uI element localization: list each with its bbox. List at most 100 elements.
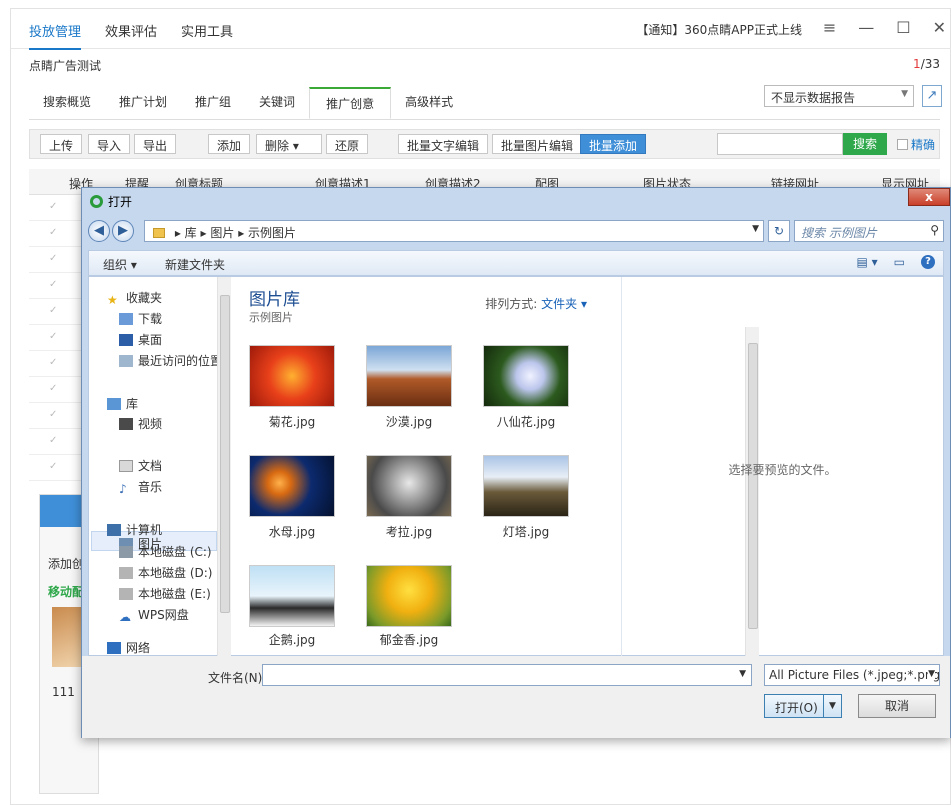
cancel-button[interactable]: 取消: [858, 694, 936, 718]
sort-dropdown[interactable]: 文件夹 ▾: [541, 297, 587, 311]
nav-documents[interactable]: 文档: [119, 457, 162, 474]
file-name[interactable]: 菊花.jpg: [242, 413, 342, 430]
sort-label: 排列方式:: [485, 297, 538, 311]
row-checkbox[interactable]: ✓: [29, 403, 89, 429]
batch-add-button[interactable]: 批量添加: [580, 134, 647, 154]
tab-advanced-style[interactable]: 高级样式: [391, 87, 467, 119]
nav-computer[interactable]: 计算机: [107, 521, 162, 538]
nav-effect-evaluation[interactable]: 效果评估: [105, 21, 157, 50]
file-name[interactable]: 灯塔.jpg: [476, 523, 576, 540]
file-thumb-hydrangea[interactable]: [483, 345, 569, 407]
breadcrumb-sample-pictures[interactable]: 示例图片: [248, 226, 296, 240]
dialog-close-button[interactable]: x: [908, 188, 950, 206]
export-report-icon[interactable]: ↗: [922, 85, 942, 107]
minimize-icon[interactable]: —: [858, 18, 874, 37]
file-name[interactable]: 八仙花.jpg: [476, 413, 576, 430]
organize-menu[interactable]: 组织 ▾: [103, 256, 137, 273]
maximize-icon[interactable]: ☐: [896, 18, 910, 37]
address-bar[interactable]: ▸ 库 ▸ 图片 ▸ 示例图片 ▼: [144, 220, 764, 242]
row-checkbox[interactable]: ✓: [29, 377, 89, 403]
row-checkbox[interactable]: ✓: [29, 273, 89, 299]
file-thumb-desert[interactable]: [366, 345, 452, 407]
disk-icon: [119, 546, 133, 558]
row-checkbox[interactable]: ✓: [29, 351, 89, 377]
nav-scrollbar[interactable]: [217, 277, 231, 657]
row-checkbox[interactable]: ✓: [29, 247, 89, 273]
close-icon[interactable]: ✕: [933, 18, 946, 37]
export-button[interactable]: 导出: [134, 134, 177, 154]
file-thumb-lighthouse[interactable]: [483, 455, 569, 517]
nav-disk-e[interactable]: 本地磁盘 (E:): [119, 585, 211, 602]
disk-icon: [119, 588, 133, 600]
tab-search-overview[interactable]: 搜索概览: [29, 87, 105, 119]
notice-link[interactable]: 【通知】360点睛APP正式上线: [636, 21, 802, 38]
row-checkbox[interactable]: ✓: [29, 299, 89, 325]
nav-music[interactable]: ♪ 音乐: [119, 478, 162, 496]
open-button[interactable]: 打开(O) ▼: [764, 694, 842, 718]
report-select[interactable]: 不显示数据报告 ▼: [764, 85, 914, 107]
file-thumb-tulips[interactable]: [366, 565, 452, 627]
file-thumb-chrysanthemum[interactable]: [249, 345, 335, 407]
nav-delivery-management[interactable]: 投放管理: [29, 21, 82, 50]
breadcrumb-pictures[interactable]: 图片: [210, 226, 234, 240]
nav-favorites[interactable]: ★ 收藏夹: [107, 289, 162, 307]
report-select-value: 不显示数据报告: [771, 91, 856, 105]
breadcrumb-separator: ▸: [238, 226, 249, 240]
nav-network[interactable]: 网络: [107, 639, 150, 656]
tab-keyword[interactable]: 关键词: [245, 87, 309, 119]
filename-input[interactable]: ▼: [262, 664, 752, 686]
file-name[interactable]: 沙漠.jpg: [359, 413, 459, 430]
nav-recent[interactable]: 最近访问的位置: [119, 352, 222, 369]
refresh-icon[interactable]: ↻: [768, 220, 790, 242]
forward-icon[interactable]: ▶: [112, 220, 134, 242]
tab-campaign[interactable]: 推广计划: [105, 87, 181, 119]
scrollbar-thumb[interactable]: [220, 295, 230, 613]
nav-libraries[interactable]: 库: [107, 395, 138, 412]
file-name[interactable]: 企鹅.jpg: [242, 631, 342, 648]
batch-text-edit-button[interactable]: 批量文字编辑: [398, 134, 489, 154]
file-name[interactable]: 水母.jpg: [242, 523, 342, 540]
search-input[interactable]: [717, 133, 843, 155]
preview-pane-icon[interactable]: ▭: [894, 255, 905, 269]
nav-disk-c[interactable]: 本地磁盘 (C:): [119, 543, 212, 560]
new-folder-button[interactable]: 新建文件夹: [165, 256, 225, 273]
breadcrumb-library[interactable]: 库: [185, 226, 197, 240]
import-button[interactable]: 导入: [88, 134, 131, 154]
chevron-down-icon[interactable]: ▼: [739, 669, 746, 679]
nav-tools[interactable]: 实用工具: [181, 21, 233, 50]
upload-button[interactable]: 上传: [40, 134, 83, 154]
row-checkbox[interactable]: ✓: [29, 195, 89, 221]
row-checkbox[interactable]: ✓: [29, 325, 89, 351]
filetype-select[interactable]: All Picture Files (*.jpeg;*.png; ▼: [764, 664, 940, 686]
back-icon[interactable]: ◀: [88, 220, 110, 242]
view-options-icon[interactable]: ▤ ▾: [856, 255, 877, 269]
nav-downloads[interactable]: 下载: [119, 310, 162, 327]
nav-videos[interactable]: 视频: [119, 415, 162, 432]
file-thumb-koala[interactable]: [366, 455, 452, 517]
nav-disk-d[interactable]: 本地磁盘 (D:): [119, 564, 212, 581]
open-label: 打开(O): [775, 701, 818, 715]
delete-button[interactable]: 删除 ▾: [256, 134, 322, 154]
row-checkbox[interactable]: ✓: [29, 221, 89, 247]
file-name[interactable]: 考拉.jpg: [359, 523, 459, 540]
row-checkbox[interactable]: ✓: [29, 429, 89, 455]
file-thumb-jellyfish[interactable]: [249, 455, 335, 517]
menu-icon[interactable]: ≡: [823, 18, 836, 37]
help-icon[interactable]: ?: [921, 255, 935, 269]
nav-wps[interactable]: ☁ WPS网盘: [119, 606, 189, 624]
tab-creative[interactable]: 推广创意: [309, 87, 392, 119]
dialog-search-input[interactable]: 搜索 示例图片 ⚲: [794, 220, 944, 242]
nav-desktop[interactable]: 桌面: [119, 331, 162, 348]
add-button[interactable]: 添加: [208, 134, 251, 154]
open-dropdown-icon[interactable]: ▼: [823, 695, 841, 717]
search-button[interactable]: 搜索: [842, 133, 887, 155]
file-name[interactable]: 郁金香.jpg: [359, 631, 459, 648]
chevron-down-icon[interactable]: ▼: [752, 224, 759, 234]
batch-image-edit-button[interactable]: 批量图片编辑: [492, 134, 583, 154]
dialog-body: ★ 收藏夹 下载 桌面 最近访问的位置 库 视频 图片 文档 ♪ 音乐 计算机 本地…: [88, 276, 944, 657]
file-thumb-penguins[interactable]: [249, 565, 335, 627]
row-checkbox[interactable]: ✓: [29, 455, 89, 481]
exact-checkbox[interactable]: 精确: [896, 136, 935, 153]
tab-ad-group[interactable]: 推广组: [181, 87, 245, 119]
restore-button[interactable]: 还原: [326, 134, 369, 154]
